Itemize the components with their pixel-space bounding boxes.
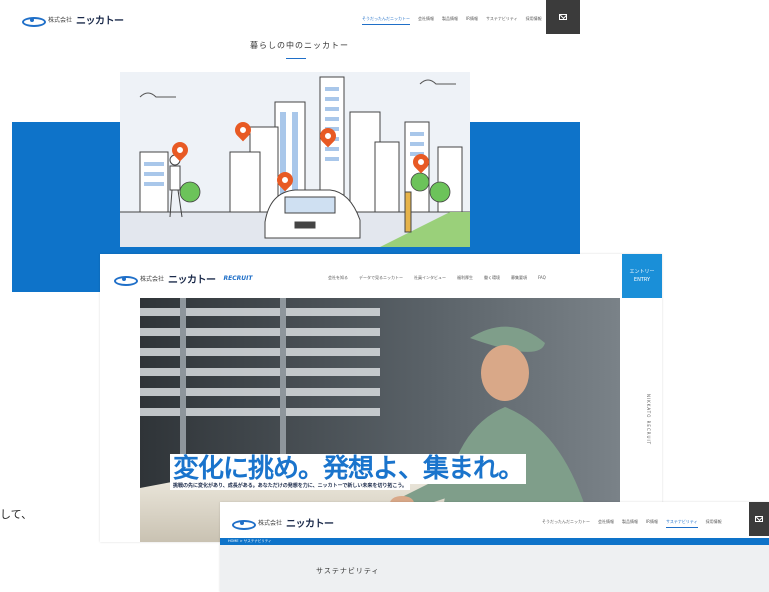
recruit-nav-item[interactable]: 働く環境 [484, 275, 500, 281]
nav-item[interactable]: サステナビリティ [486, 16, 518, 25]
entry-button[interactable]: エントリー ENTRY [622, 254, 662, 298]
recruit-nav-item[interactable]: FAQ [538, 275, 546, 281]
nav-item[interactable]: 製品情報 [442, 16, 458, 25]
nav-item[interactable]: 会社情報 [418, 16, 434, 25]
mail-icon [559, 14, 567, 20]
hero-subtext: 挑戦の先に変化があり、成長がある。あなただけの発想を力に、ニッカトーで新しい未来… [170, 481, 411, 490]
contact-mail-button[interactable] [749, 502, 769, 536]
logo-brand-text: ニッカトー [286, 519, 334, 530]
logo-mark-icon [114, 274, 138, 286]
logo-mark-icon [22, 15, 46, 27]
corporate-top-screenshot: 株式会社 ニッカトー そうだったんだニッカトー 会社情報 製品情報 IR情報 サステナビ… [0, 0, 580, 292]
nav-item[interactable]: そうだったんだニッカトー [362, 16, 410, 25]
global-nav: そうだったんだニッカトー 会社情報 製品情報 IR情報 サステナビリティ 採用情報 [362, 16, 542, 25]
global-nav: そうだったんだニッカトー 会社情報 製品情報 IR情報 サステナビリティ 採用情報 [542, 519, 722, 528]
nav-item[interactable]: そうだったんだニッカトー [542, 519, 590, 528]
city-illustration [120, 72, 470, 247]
nav-item[interactable]: サステナビリティ [665, 519, 698, 528]
section-title: 暮らしの中のニッカトー [250, 41, 349, 50]
nav-item[interactable]: IR情報 [646, 519, 658, 528]
company-logo[interactable]: 株式会社 ニッカトー [232, 515, 334, 530]
recruit-nav-item[interactable]: 募集要項 [511, 275, 527, 281]
recruit-top-screenshot: 株式会社 ニッカトー RECRUIT 会社を知る データで見るニッカトー 社員インタ… [100, 254, 662, 542]
sustainability-page-screenshot: 株式会社 ニッカトー そうだったんだニッカトー 会社情報 製品情報 IR情報 サステナビ… [220, 502, 769, 592]
nav-item[interactable]: 会社情報 [598, 519, 614, 528]
logo-mark-icon [232, 518, 256, 530]
nav-item[interactable]: 採用情報 [526, 16, 542, 25]
recruit-nav-item[interactable]: 社員インタビュー [414, 275, 446, 281]
logo-small-text: 株式会社 [48, 17, 73, 24]
recruit-label: RECRUIT [223, 275, 253, 282]
logo-brand-text: ニッカトー [168, 275, 216, 286]
side-vertical-label: NIKKATO RECRUIT [646, 394, 651, 446]
hero-catchphrase: 変化に挑め。発想よ、集まれ。 [170, 448, 527, 485]
header: 株式会社 ニッカトー そうだったんだニッカトー 会社情報 製品情報 IR情報 サステナビ… [0, 0, 580, 36]
recruit-nav: 会社を知る データで見るニッカトー 社員インタビュー 福利厚生 働く環境 募集要項 FAQ [328, 275, 546, 281]
title-underline [286, 58, 306, 59]
page-title-band [220, 545, 769, 592]
logo-small-text: 株式会社 [140, 276, 165, 283]
page-title: サステナビリティ [316, 567, 380, 575]
nav-item[interactable]: 採用情報 [706, 519, 722, 528]
breadcrumb[interactable]: HOME > サステナビリティ [220, 538, 769, 545]
entry-en-label: ENTRY [633, 277, 651, 283]
hero-catchphrase-text: 変化に挑め。発想よ、集まれ。 [170, 454, 527, 484]
recruit-nav-item[interactable]: 福利厚生 [457, 275, 473, 281]
nav-item[interactable]: IR情報 [466, 16, 478, 25]
body-text-fragment: して、 [0, 508, 33, 521]
nav-item[interactable]: 製品情報 [622, 519, 638, 528]
recruit-nav-item[interactable]: データで見るニッカトー [359, 275, 403, 281]
contact-mail-button[interactable] [546, 0, 580, 34]
entry-jp-label: エントリー [629, 269, 655, 275]
logo-brand-text: ニッカトー [76, 16, 124, 27]
recruit-header: 株式会社 ニッカトー RECRUIT 会社を知る データで見るニッカトー 社員インタ… [100, 254, 662, 298]
recruit-nav-item[interactable]: 会社を知る [328, 275, 348, 281]
mail-icon [755, 516, 763, 522]
company-logo[interactable]: 株式会社 ニッカトー [22, 12, 124, 27]
recruit-logo[interactable]: 株式会社 ニッカトー RECRUIT [114, 271, 252, 286]
logo-small-text: 株式会社 [258, 520, 283, 527]
